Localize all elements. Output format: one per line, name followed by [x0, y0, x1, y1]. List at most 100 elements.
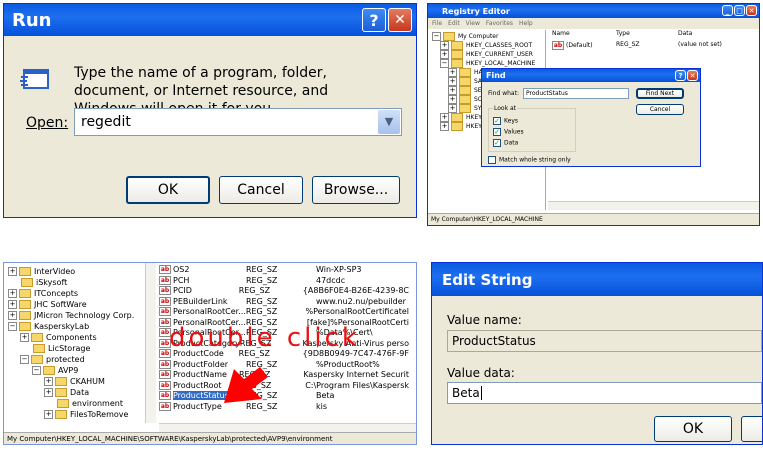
- annotation-text: double click: [169, 323, 360, 353]
- help-button[interactable]: ?: [675, 70, 686, 81]
- tree-item[interactable]: + HKEY_CLASSES_ROOT: [432, 41, 541, 50]
- string-value-icon: ab: [159, 391, 171, 400]
- value-name: PEBuilderLink: [173, 296, 228, 306]
- edit-titlebar: Edit String: [432, 263, 762, 296]
- chevron-down-icon[interactable]: ▼: [378, 110, 400, 134]
- tree-item[interactable]: + HKEY_CURRENT_USER: [432, 50, 541, 59]
- table-row[interactable]: ab ProductStatus REG_SZ Beta: [159, 391, 409, 402]
- regedit-titlebar: Registry Editor _ □ ✕: [428, 4, 759, 18]
- value-name-label: Value name:: [447, 313, 522, 327]
- value-data: Beta: [316, 391, 335, 400]
- run-title: Run: [12, 9, 52, 31]
- data-checkbox[interactable]: ✓ Data: [493, 139, 518, 147]
- help-button[interactable]: ?: [362, 8, 386, 32]
- tree-item[interactable]: + ITConcepts: [4, 288, 155, 299]
- string-value-icon: ab: [159, 380, 171, 390]
- run-dialog: Run ? ✕ Type the name of a program, fold…: [3, 3, 417, 218]
- find-title: Find: [486, 71, 506, 80]
- menu-help[interactable]: Help: [519, 20, 533, 27]
- browse-button[interactable]: Browse...: [312, 176, 400, 204]
- menu-file[interactable]: File: [432, 20, 442, 27]
- tree-scrollbar[interactable]: [145, 263, 156, 423]
- registry-values-window: + InterVideo iSkysoft + ITConcepts + JHC So…: [3, 262, 417, 445]
- value-data-input[interactable]: Beta: [447, 382, 762, 404]
- tree-item[interactable]: − AVP9: [4, 365, 155, 376]
- match-checkbox[interactable]: Match whole string only: [488, 156, 571, 164]
- tree-item[interactable]: − protected: [4, 354, 155, 365]
- tree-item[interactable]: + CKAHUM: [4, 376, 155, 387]
- find-what-input[interactable]: ProductStatus: [523, 88, 629, 99]
- find-titlebar: Find ? ✕: [482, 69, 700, 82]
- minimize-button[interactable]: _: [722, 5, 733, 16]
- status-bar: My Computer\HKEY_LOCAL_MACHINE\SOFTWARE\…: [4, 432, 416, 444]
- status-bar: My Computer\HKEY_LOCAL_MACHINE: [428, 213, 759, 225]
- table-row[interactable]: abProductRootREG_SZC:\Program Files\Kasp…: [159, 380, 409, 392]
- col-type[interactable]: Type: [616, 30, 678, 40]
- tree-item[interactable]: + Components: [4, 332, 155, 343]
- cancel-button[interactable]: Cancel: [636, 104, 684, 115]
- tree-item[interactable]: + JHC SoftWare: [4, 299, 155, 310]
- string-value-icon: ab: [159, 286, 171, 295]
- menu-edit[interactable]: Edit: [448, 20, 460, 27]
- tree-item[interactable]: + Data: [4, 387, 155, 398]
- col-data[interactable]: Data: [678, 30, 692, 40]
- tree-item[interactable]: − KasperskyLab: [4, 321, 155, 332]
- find-next-button[interactable]: Find Next: [636, 88, 684, 99]
- value-name: PCH: [173, 275, 190, 285]
- open-label: Open:: [26, 115, 69, 131]
- table-row[interactable]: ab ProductType REG_SZ kis: [159, 401, 409, 413]
- string-value-icon: ab: [159, 265, 171, 274]
- string-value-icon: ab: [159, 401, 171, 411]
- cancel-button[interactable]: [741, 416, 762, 442]
- table-row[interactable]: ab OS2 REG_SZ Win-XP-SP3: [159, 265, 409, 276]
- close-button[interactable]: ✕: [746, 5, 757, 16]
- value-data: www.nu2.nu/pebuilder: [316, 296, 406, 306]
- close-button[interactable]: ✕: [687, 70, 698, 81]
- table-row[interactable]: ab PersonalRootCer... REG_SZ %PersonalRootC…: [159, 307, 409, 318]
- tree-item[interactable]: − HKEY_LOCAL_MACHINE: [432, 59, 541, 68]
- table-row[interactable]: abProductNameREG_SZKaspersky Internet Se…: [159, 370, 409, 381]
- table-row[interactable]: ab (Default) REG_SZ (value not set): [548, 41, 759, 50]
- ok-button[interactable]: OK: [654, 416, 732, 442]
- table-row[interactable]: ab PEBuilderLink REG_SZ www.nu2.nu/pebuilde…: [159, 296, 409, 308]
- open-input[interactable]: regedit: [81, 114, 131, 130]
- menu-view[interactable]: View: [466, 20, 480, 27]
- cancel-button[interactable]: Cancel: [219, 176, 303, 204]
- table-row[interactable]: ab PCH REG_SZ 47dcdc: [159, 275, 409, 287]
- string-value-icon: ab: [159, 370, 171, 379]
- tree-item[interactable]: environment: [4, 398, 155, 409]
- value-type: REG_SZ: [238, 286, 271, 295]
- value-data: %ProductRoot%: [316, 359, 380, 369]
- open-combobox[interactable]: regedit ▼: [74, 108, 402, 136]
- tree-item[interactable]: + FilesToRemove: [4, 409, 155, 420]
- col-name[interactable]: Name: [548, 30, 616, 40]
- tree-item[interactable]: + InterVideo: [4, 266, 155, 277]
- string-value-icon: ab: [159, 296, 171, 306]
- values-checkbox[interactable]: ✓ Values: [493, 128, 524, 136]
- table-row[interactable]: ab PCID REG_SZ {A8B6F0E4-B26E-4239-8C: [159, 286, 409, 297]
- maximize-button[interactable]: □: [734, 5, 745, 16]
- regedit-window: Registry Editor _ □ ✕ File Edit View Fav…: [427, 3, 760, 226]
- window-buttons[interactable]: _ □ ✕: [722, 5, 757, 16]
- values-header: Name Type Data: [548, 30, 759, 40]
- table-row[interactable]: ab ProductFolder REG_SZ %ProductRoot%: [159, 359, 409, 371]
- keys-checkbox[interactable]: ✓ Keys: [493, 117, 518, 125]
- regedit-title: Registry Editor: [442, 6, 510, 16]
- find-dialog: Find ? ✕ Find what: ProductStatus Find N…: [481, 68, 701, 167]
- value-type: REG_SZ: [246, 296, 278, 306]
- horizontal-scrollbar[interactable]: [548, 201, 759, 210]
- close-button[interactable]: ✕: [388, 8, 412, 32]
- tree-item[interactable]: LicStorage: [4, 343, 155, 354]
- text-cursor: [480, 386, 482, 400]
- value-data: kis: [316, 401, 328, 411]
- value-data: C:\Program Files\Kaspersk: [305, 380, 409, 390]
- value-name: OS2: [173, 265, 190, 274]
- tree-item[interactable]: iSkysoft: [4, 277, 155, 288]
- menu-favorites[interactable]: Favorites: [486, 20, 513, 27]
- find-what-label: Find what:: [488, 90, 519, 97]
- value-type: REG_SZ: [245, 307, 278, 316]
- tree-item[interactable]: + JMicron Technology Corp.: [4, 310, 155, 321]
- edit-title: Edit String: [442, 270, 533, 289]
- tree-item[interactable]: − My Computer: [432, 32, 541, 41]
- ok-button[interactable]: OK: [126, 176, 210, 204]
